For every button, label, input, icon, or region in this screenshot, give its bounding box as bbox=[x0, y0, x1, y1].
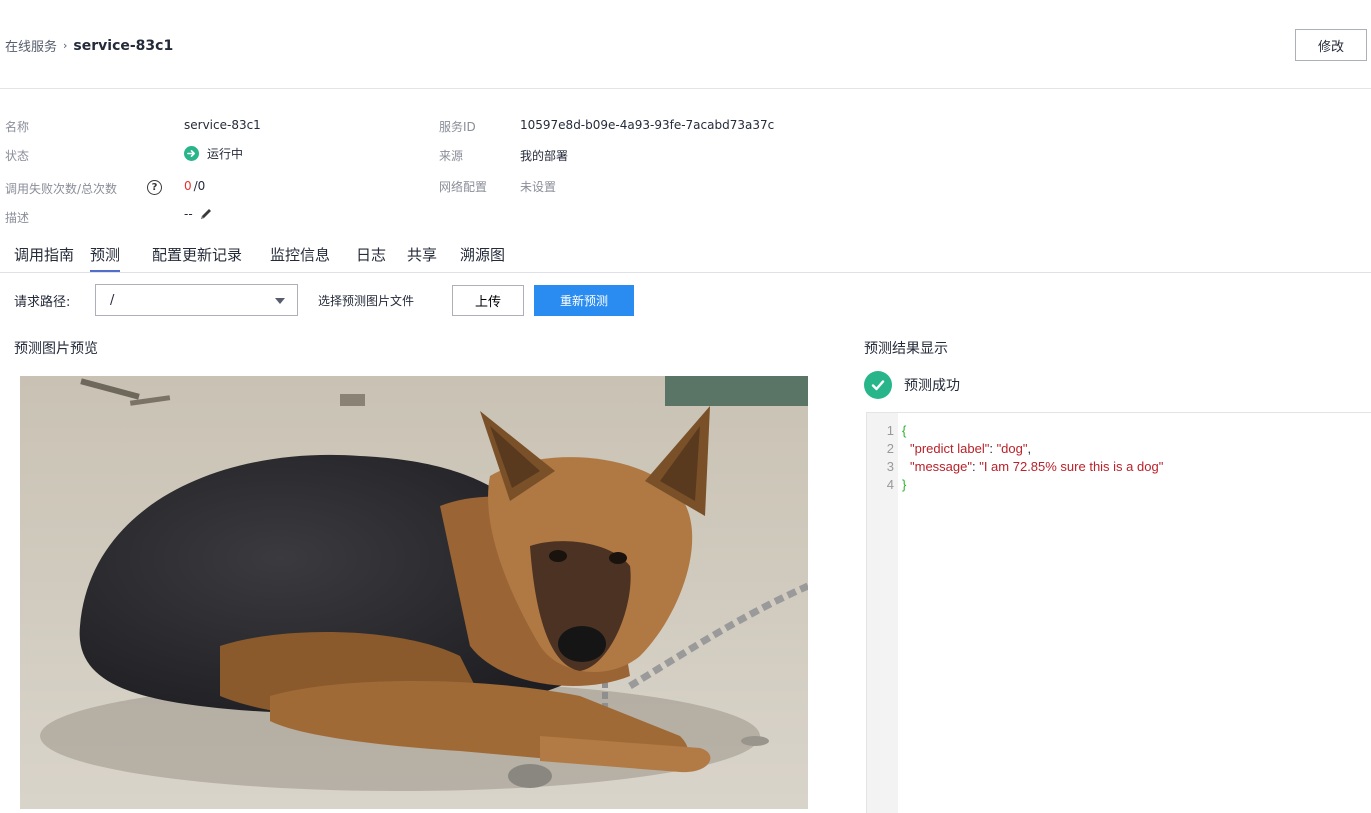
request-path-value: / bbox=[110, 292, 115, 308]
source-value: 我的部署 bbox=[520, 149, 569, 163]
preview-title: 预测图片预览 bbox=[14, 341, 98, 357]
network-value: 未设置 bbox=[520, 180, 557, 194]
edit-button[interactable]: 修改 bbox=[1295, 29, 1367, 61]
help-icon[interactable]: ? bbox=[147, 180, 162, 195]
result-title: 预测结果显示 bbox=[864, 341, 948, 357]
code-line: 4} bbox=[886, 477, 907, 492]
breadcrumb-separator-icon: › bbox=[63, 39, 68, 52]
chevron-down-icon bbox=[275, 298, 285, 304]
status-value: 运行中 bbox=[207, 147, 244, 161]
check-circle-icon bbox=[864, 371, 892, 399]
tab-bar: 调用指南 预测 配置更新记录 监控信息 日志 共享 溯源图 bbox=[0, 240, 1371, 273]
tab-config-history[interactable]: 配置更新记录 bbox=[152, 244, 242, 272]
tab-call-guide[interactable]: 调用指南 bbox=[14, 244, 74, 272]
tab-share[interactable]: 共享 bbox=[407, 244, 437, 272]
tab-lineage[interactable]: 溯源图 bbox=[460, 244, 505, 272]
code-line: 3 "message": "I am 72.85% sure this is a … bbox=[886, 459, 1164, 474]
code-line: 2 "predict label": "dog", bbox=[886, 441, 1032, 456]
dog-preview-image bbox=[20, 376, 808, 809]
breadcrumb-online-services[interactable]: 在线服务 bbox=[5, 36, 57, 55]
result-status-text: 预测成功 bbox=[904, 378, 960, 394]
service-id-label: 服务ID bbox=[439, 120, 476, 134]
description-label: 描述 bbox=[5, 211, 30, 225]
upload-button[interactable]: 上传 bbox=[452, 285, 524, 316]
description-value: -- bbox=[184, 207, 193, 221]
source-label: 来源 bbox=[439, 149, 464, 163]
status-label: 状态 bbox=[5, 149, 30, 163]
repredict-button[interactable]: 重新预测 bbox=[534, 285, 634, 316]
network-label: 网络配置 bbox=[439, 180, 488, 194]
tab-monitoring[interactable]: 监控信息 bbox=[270, 244, 330, 272]
page-header: 在线服务 › service-83c1 修改 bbox=[0, 0, 1371, 89]
breadcrumb: 在线服务 › service-83c1 bbox=[5, 36, 174, 56]
breadcrumb-current: service-83c1 bbox=[73, 37, 174, 54]
service-id-value: 10597e8d-b09e-4a93-93fe-7acabd73a37c bbox=[520, 118, 775, 132]
request-path-select[interactable]: / bbox=[95, 284, 298, 316]
calls-total: /0 bbox=[193, 179, 206, 193]
tab-logs[interactable]: 日志 bbox=[356, 244, 386, 272]
result-status: 预测成功 bbox=[864, 371, 960, 399]
calls-label: 调用失败次数/总次数 bbox=[5, 182, 118, 196]
calls-failed: 0 bbox=[184, 179, 192, 193]
pencil-icon[interactable] bbox=[199, 207, 213, 221]
json-result-viewer[interactable]: 1{ 2 "predict label": "dog", 3 "message": … bbox=[866, 412, 1371, 813]
name-value: service-83c1 bbox=[184, 118, 261, 132]
request-path-label: 请求路径: bbox=[14, 295, 71, 310]
calls-value: 0 /0 bbox=[184, 179, 205, 193]
select-image-label: 选择预测图片文件 bbox=[318, 294, 415, 308]
tab-predict[interactable]: 预测 bbox=[90, 244, 121, 272]
description-value-wrapper: -- bbox=[184, 207, 213, 221]
name-label: 名称 bbox=[5, 120, 30, 134]
code-line: 1{ bbox=[886, 423, 907, 438]
running-arrow-icon bbox=[184, 146, 199, 161]
status-value-wrapper: 运行中 bbox=[184, 145, 243, 162]
